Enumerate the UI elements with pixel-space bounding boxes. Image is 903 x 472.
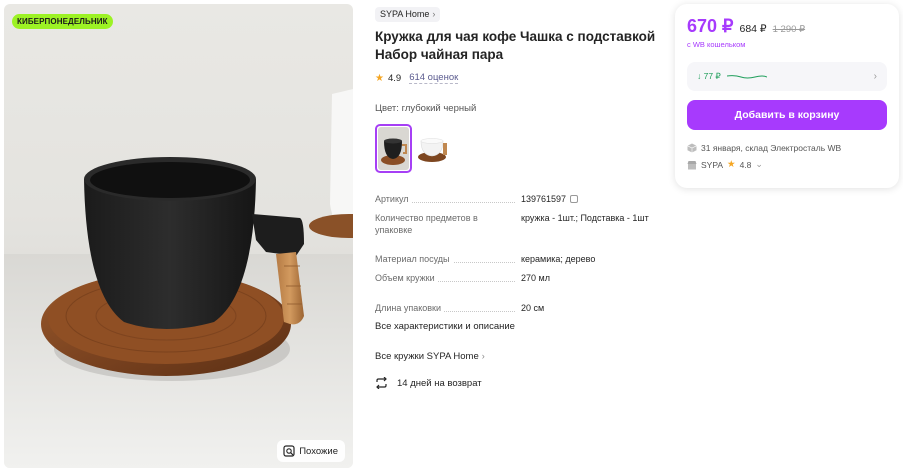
product-photo[interactable]: КИБЕРПОНЕДЕЛЬНИК Похожие	[4, 4, 353, 468]
spec-key: Объем кружки	[375, 273, 438, 283]
brand-chip[interactable]: SYPA Home ›	[375, 6, 441, 22]
delivery-text: 31 января, склад Электросталь WB	[701, 143, 842, 153]
swatch-white[interactable]	[416, 124, 453, 173]
similar-button-label: Похожие	[299, 445, 338, 457]
promo-badge: КИБЕРПОНЕДЕЛЬНИК	[12, 14, 113, 29]
seller-name: SYPA	[701, 159, 724, 170]
return-text: 14 дней на возврат	[397, 377, 482, 389]
shop-icon	[687, 160, 697, 169]
product-info: SYPA Home › Кружка для чая кофе Чашка с …	[375, 4, 660, 389]
cashback-row[interactable]: ↓ 77 ₽ ›	[687, 62, 887, 91]
spec-row: Объем кружки 270 мл	[375, 272, 660, 284]
spec-row: Материал посуды керамика; дерево	[375, 253, 660, 265]
spec-value: кружка - 1шт.; Подставка - 1шт	[521, 213, 649, 223]
box-icon	[687, 143, 697, 153]
color-label: Цвет: глубокий черный	[375, 103, 477, 114]
swatch-black[interactable]	[375, 124, 412, 173]
chevron-down-icon: ⌄	[755, 159, 763, 169]
seller-rating: 4.8	[739, 159, 752, 170]
all-brand-link[interactable]: Все кружки SYPA Home ›	[375, 351, 660, 362]
specs-list: Артикул 139761597 Количество предметов в…	[375, 193, 660, 314]
spec-row: Количество предметов в упаковке кружка -…	[375, 212, 660, 236]
spec-value: керамика; дерево	[521, 254, 596, 264]
spec-row: Артикул 139761597	[375, 193, 660, 205]
chevron-right-icon: ›	[481, 351, 485, 361]
rating-row: ★ 4.9 614 оценок	[375, 72, 660, 84]
add-to-cart-button[interactable]: Добавить в корзину	[687, 100, 887, 130]
seller-info[interactable]: SYPA ★ 4.8 ⌄	[687, 159, 763, 170]
spec-value: 139761597	[521, 194, 567, 204]
return-arrows-icon	[376, 377, 387, 389]
spec-key: Материал посуды	[375, 254, 453, 264]
brand-name: SYPA Home	[380, 9, 430, 19]
delivery-info: 31 января, склад Электросталь WB	[687, 143, 841, 153]
cashback-amount: ↓ 77 ₽	[697, 71, 721, 81]
reviews-link[interactable]: 614 оценок	[409, 72, 459, 84]
similar-button[interactable]: Похожие	[277, 440, 345, 462]
price-row: 670 ₽ 684 ₽ 1 290 ₽	[687, 16, 805, 37]
wallet-note: с WB кошельком	[687, 40, 746, 49]
price-card: 670 ₽ 684 ₽ 1 290 ₽ с WB кошельком ↓ 77 …	[675, 4, 899, 188]
spec-row: Длина упаковки 20 см	[375, 302, 660, 314]
star-icon: ★	[375, 72, 384, 84]
star-icon: ★	[727, 159, 736, 170]
rating-value: 4.9	[387, 72, 402, 84]
chevron-right-icon: ›	[873, 71, 877, 82]
spec-key: Длина упаковки	[375, 303, 445, 313]
price-wallet: 670 ₽	[687, 16, 734, 36]
price-old: 1 290 ₽	[772, 24, 806, 35]
price-trend-icon	[726, 74, 767, 78]
return-policy: 14 дней на возврат	[375, 377, 660, 389]
spec-value: 270 мл	[521, 273, 550, 283]
spec-value: 20 см	[521, 303, 545, 313]
product-title: Кружка для чая кофе Чашка с подставкой Н…	[375, 29, 656, 62]
spec-key: Количество предметов в упаковке	[375, 212, 493, 236]
chevron-right-icon: ›	[432, 9, 436, 19]
all-specs-link[interactable]: Все характеристики и описание	[375, 321, 660, 332]
spec-key: Артикул	[375, 194, 412, 204]
mug-on-coaster-image	[4, 89, 353, 468]
search-similar-icon	[283, 445, 295, 457]
white-mug-thumbnail	[418, 137, 447, 162]
all-brand-link-label: Все кружки SYPA Home	[375, 351, 479, 362]
price-regular: 684 ₽	[739, 23, 767, 35]
copy-icon[interactable]	[570, 195, 579, 203]
black-mug-thumbnail	[380, 138, 407, 165]
color-swatches	[375, 124, 660, 173]
